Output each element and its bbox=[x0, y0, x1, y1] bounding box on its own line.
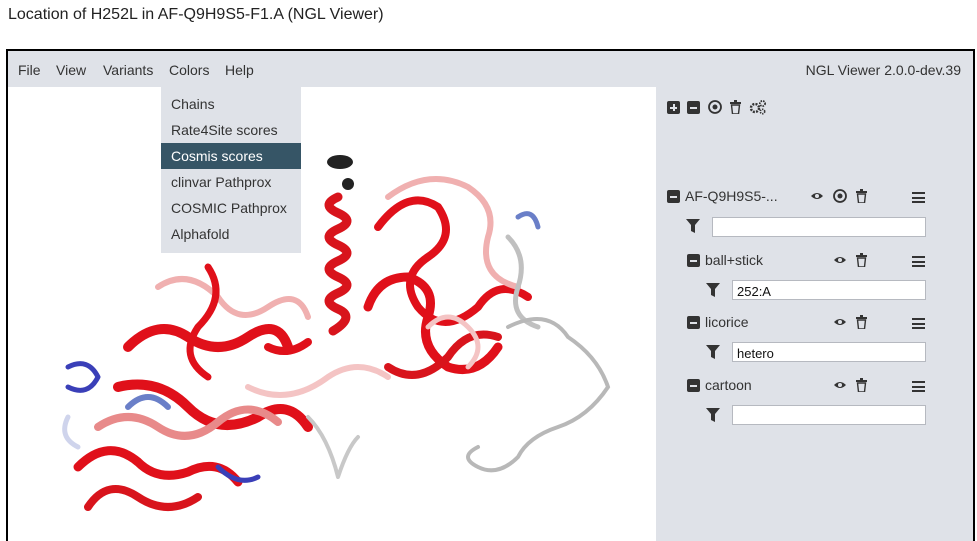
eye-icon[interactable] bbox=[833, 317, 847, 327]
menu-help[interactable]: Help bbox=[225, 62, 254, 78]
filter-icon bbox=[686, 219, 700, 233]
bullseye-icon[interactable] bbox=[708, 100, 722, 114]
trash-icon[interactable] bbox=[855, 253, 868, 267]
colors-item-rate4site[interactable]: Rate4Site scores bbox=[161, 117, 301, 143]
version-label: NGL Viewer 2.0.0-dev.39 bbox=[805, 62, 961, 78]
trash-icon[interactable] bbox=[729, 100, 742, 114]
menubar: File View Variants Colors Help NGL Viewe… bbox=[8, 51, 973, 87]
menu-view[interactable]: View bbox=[56, 62, 86, 78]
cogs-icon[interactable] bbox=[749, 99, 767, 115]
colors-item-cosmis[interactable]: Cosmis scores bbox=[161, 143, 301, 169]
menu-file[interactable]: File bbox=[18, 62, 41, 78]
left-domain bbox=[62, 263, 391, 511]
collapse-rep-icon[interactable] bbox=[687, 316, 700, 329]
bullseye-icon[interactable] bbox=[833, 189, 847, 203]
menu-icon[interactable] bbox=[912, 381, 925, 392]
trash-icon[interactable] bbox=[855, 315, 868, 329]
rep-selection-input[interactable] bbox=[732, 405, 926, 425]
rep-name-ballstick: ball+stick bbox=[705, 252, 763, 268]
filter-icon bbox=[706, 408, 720, 422]
eye-icon[interactable] bbox=[810, 191, 824, 201]
filter-icon bbox=[706, 345, 720, 359]
right-domain bbox=[363, 176, 541, 379]
colors-item-chains[interactable]: Chains bbox=[161, 91, 301, 117]
rep-selection-input[interactable] bbox=[732, 342, 926, 362]
collapse-rep-icon[interactable] bbox=[687, 254, 700, 267]
menu-icon[interactable] bbox=[912, 318, 925, 329]
collapse-rep-icon[interactable] bbox=[687, 379, 700, 392]
molecule-canvas[interactable] bbox=[8, 87, 656, 541]
colors-item-clinvar[interactable]: clinvar Pathprox bbox=[161, 169, 301, 195]
eye-icon[interactable] bbox=[833, 255, 847, 265]
disordered-tail bbox=[466, 317, 611, 473]
rep-name-cartoon: cartoon bbox=[705, 377, 752, 393]
trash-icon[interactable] bbox=[855, 189, 868, 203]
eye-icon[interactable] bbox=[833, 380, 847, 390]
menu-colors[interactable]: Colors bbox=[169, 62, 209, 78]
component-name: AF-Q9H9S5-... bbox=[685, 188, 778, 204]
filter-icon bbox=[706, 283, 720, 297]
colors-item-cosmic[interactable]: COSMIC Pathprox bbox=[161, 195, 301, 221]
rep-selection-input[interactable] bbox=[732, 280, 926, 300]
helix-ribbon bbox=[324, 192, 352, 336]
rep-name-licorice: licorice bbox=[705, 314, 749, 330]
menu-variants[interactable]: Variants bbox=[103, 62, 153, 78]
trash-icon[interactable] bbox=[855, 378, 868, 392]
minus-square-icon[interactable] bbox=[687, 101, 700, 114]
colors-item-alphafold[interactable]: Alphafold bbox=[161, 221, 301, 247]
component-filter-input[interactable] bbox=[712, 217, 926, 237]
colors-dropdown: Chains Rate4Site scores Cosmis scores cl… bbox=[161, 87, 301, 253]
side-panel: AF-Q9H9S5-... ball+stick 252:A licorice … bbox=[656, 87, 973, 541]
plus-square-icon[interactable] bbox=[667, 101, 680, 114]
collapse-component-icon[interactable] bbox=[667, 190, 680, 203]
ngl-viewer: File View Variants Colors Help NGL Viewe… bbox=[6, 49, 975, 541]
menu-icon[interactable] bbox=[912, 256, 925, 267]
menu-icon[interactable] bbox=[912, 192, 925, 203]
page-title: Location of H252L in AF-Q9H9S5-F1.A (NGL… bbox=[8, 6, 384, 23]
ligand-spheres bbox=[327, 155, 354, 190]
